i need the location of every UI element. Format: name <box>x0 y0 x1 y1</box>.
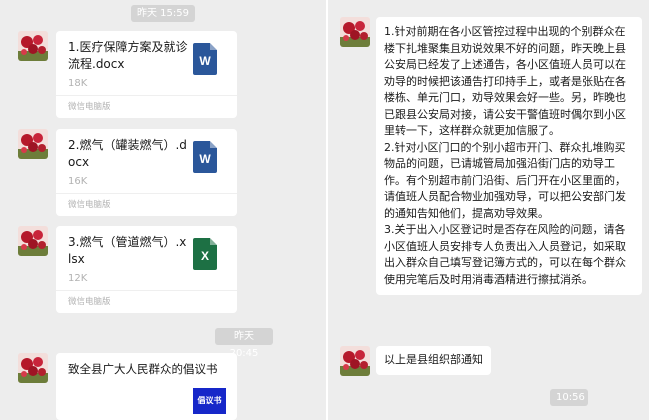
file-size: 18K <box>68 78 88 89</box>
file-size: 16K <box>68 176 88 187</box>
divider <box>56 290 237 291</box>
link-message-card[interactable]: 致全县广大人民群众的倡议书 倡议书 <box>56 353 237 420</box>
flower-avatar-icon <box>340 346 370 376</box>
text-message[interactable]: 以上是县组织部通知 <box>376 346 491 375</box>
file-name: 2.燃气（罐装燃气）.docx <box>68 138 187 169</box>
avatar[interactable] <box>18 353 48 383</box>
file-message-card[interactable]: 2.燃气（罐装燃气）.docx 16K 微信电脑版 W <box>56 129 237 216</box>
file-source: 微信电脑版 <box>68 200 111 210</box>
excel-icon: X <box>193 238 217 270</box>
file-source: 微信电脑版 <box>68 102 111 112</box>
timestamp-chip: 10:56 <box>550 389 588 406</box>
flower-avatar-icon <box>18 129 48 159</box>
file-message-card[interactable]: 3.燃气（管道燃气）.xlsx 12K 微信电脑版 X <box>56 226 237 313</box>
message-paragraph-2: 2.针对小区门口的个别小超市开门、群众扎堆购买物品的问题，已请城管局加强沿街门店… <box>384 140 626 220</box>
file-name: 1.医疗保障方案及就诊流程.docx <box>68 40 188 71</box>
file-size: 12K <box>68 273 88 284</box>
file-name: 3.燃气（管道燃气）.xlsx <box>68 235 187 266</box>
avatar[interactable] <box>18 31 48 61</box>
link-thumbnail: 倡议书 <box>193 388 226 414</box>
chat-pane-left: 昨天 15:59 1.医疗保障方案及就诊流程.docx 18K 微信电脑版 W … <box>0 0 326 420</box>
file-source: 微信电脑版 <box>68 297 111 307</box>
timestamp-chip: 昨天 20:45 <box>215 328 273 359</box>
avatar[interactable] <box>18 226 48 256</box>
avatar[interactable] <box>340 17 370 47</box>
divider <box>56 95 237 96</box>
file-message-card[interactable]: 1.医疗保障方案及就诊流程.docx 18K 微信电脑版 W <box>56 31 237 118</box>
message-text: 以上是县组织部通知 <box>384 353 483 366</box>
word-icon: W <box>193 141 217 173</box>
flower-avatar-icon <box>18 31 48 61</box>
word-icon: W <box>193 43 217 75</box>
flower-avatar-icon <box>18 353 48 383</box>
link-title: 致全县广大人民群众的倡议书 <box>68 362 218 376</box>
flower-avatar-icon <box>18 226 48 256</box>
long-text-message[interactable]: 1.针对前期在各小区管控过程中出现的个别群众在楼下扎堆聚集且劝说效果不好的问题，… <box>376 17 642 295</box>
flower-avatar-icon <box>340 17 370 47</box>
avatar[interactable] <box>340 346 370 376</box>
avatar[interactable] <box>18 129 48 159</box>
divider <box>56 193 237 194</box>
chat-pane-right: 1.针对前期在各小区管控过程中出现的个别群众在楼下扎堆聚集且劝说效果不好的问题，… <box>328 0 649 420</box>
message-paragraph-3: 3.关于出入小区登记时是否存在风险的问题，请各小区值班人员安排专人负责出入人员登… <box>384 223 626 286</box>
message-paragraph-1: 1.针对前期在各小区管控过程中出现的个别群众在楼下扎堆聚集且劝说效果不好的问题，… <box>384 25 626 137</box>
timestamp-chip: 昨天 15:59 <box>131 5 195 22</box>
